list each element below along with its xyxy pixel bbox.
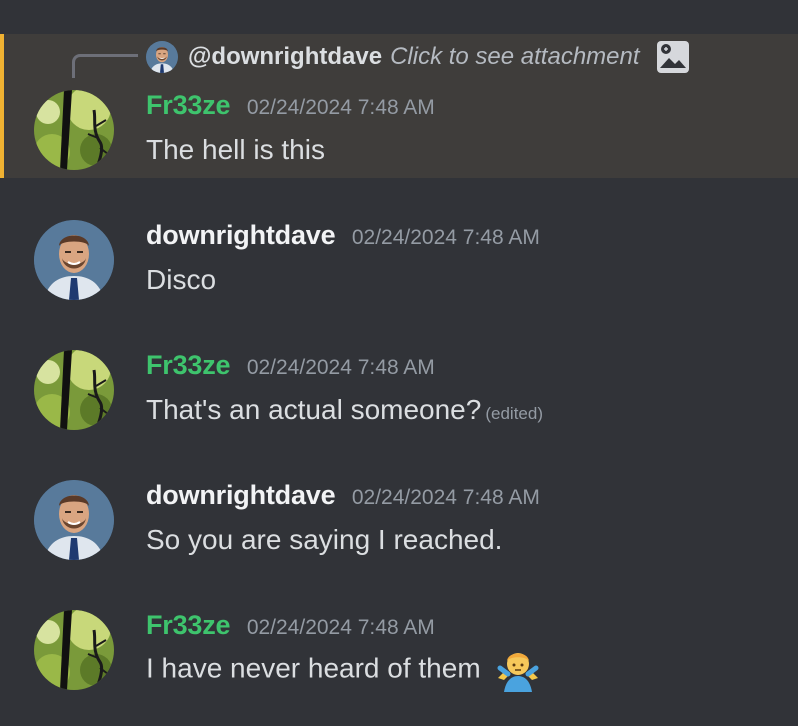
reply-connector <box>72 54 138 78</box>
reply-attachment-text[interactable]: Click to see attachment <box>390 43 639 71</box>
message-content-row: I have never heard of them <box>146 648 540 692</box>
message-content-row: That's an actual someone? (edited) <box>146 394 543 426</box>
message-content: The hell is this <box>146 134 325 165</box>
avatar[interactable] <box>34 610 114 690</box>
image-icon <box>656 41 689 73</box>
message-item[interactable]: Fr33ze 02/24/2024 7:48 AM That's an actu… <box>0 350 798 440</box>
timestamp: 02/24/2024 7:48 AM <box>351 486 540 509</box>
avatar[interactable] <box>34 220 114 300</box>
person-shrugging-emoji[interactable] <box>496 648 540 692</box>
username[interactable]: Fr33ze <box>146 350 231 380</box>
avatar[interactable] <box>34 480 114 560</box>
username[interactable]: downrightdave <box>146 220 336 250</box>
edited-indicator: (edited) <box>485 404 543 423</box>
reply-preview[interactable]: @downrightdave Click to see attachment <box>146 40 690 74</box>
username[interactable]: Fr33ze <box>146 90 231 120</box>
message-item[interactable]: Fr33ze 02/24/2024 7:48 AM I have never h… <box>0 610 798 710</box>
avatar[interactable] <box>34 90 114 170</box>
timestamp: 02/24/2024 7:48 AM <box>246 96 435 119</box>
timestamp: 02/24/2024 7:48 AM <box>351 226 540 249</box>
reply-avatar[interactable] <box>146 41 178 73</box>
message-content: I have never heard of them <box>146 652 481 684</box>
message-content: Disco <box>146 264 217 295</box>
message-item[interactable]: downrightdave 02/24/2024 7:48 AM So you … <box>0 480 798 570</box>
message-content: So you are saying I reached. <box>146 524 503 555</box>
username[interactable]: Fr33ze <box>146 610 231 640</box>
chat-messages: @downrightdave Click to see attachment F… <box>0 0 798 726</box>
avatar[interactable] <box>34 350 114 430</box>
reply-mention[interactable]: @downrightdave <box>188 43 382 71</box>
message-item[interactable]: downrightdave 02/24/2024 7:48 AM Disco <box>0 220 798 310</box>
timestamp: 02/24/2024 7:48 AM <box>246 356 435 379</box>
timestamp: 02/24/2024 7:48 AM <box>246 616 435 639</box>
message-item[interactable]: @downrightdave Click to see attachment F… <box>0 34 798 178</box>
message-content: That's an actual someone? <box>146 394 482 425</box>
username[interactable]: downrightdave <box>146 480 336 510</box>
